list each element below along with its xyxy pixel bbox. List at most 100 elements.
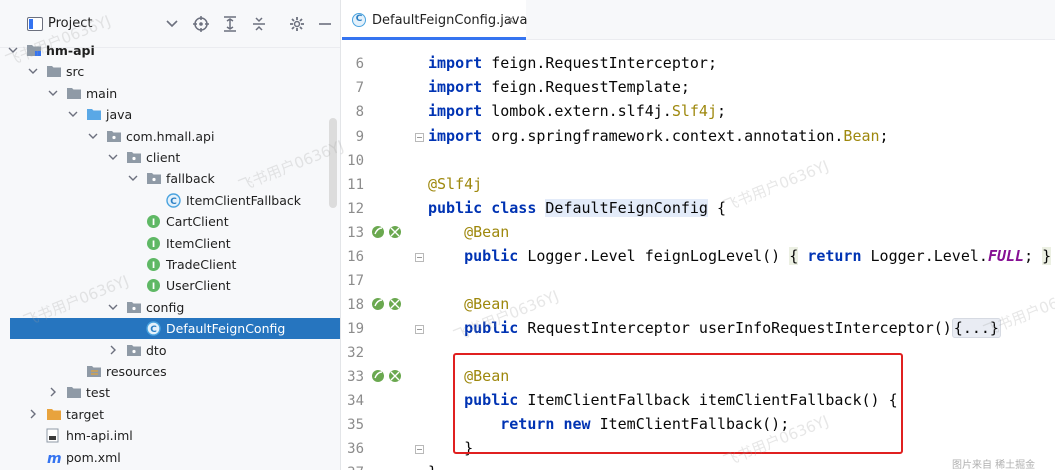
chevron-down-icon[interactable] [163, 15, 181, 33]
tree-item[interactable]: C ItemClientFallback [10, 190, 340, 211]
tree-item[interactable]: I CartClient [10, 211, 340, 232]
chevron-down-icon[interactable] [106, 300, 120, 314]
line-number: 36 [347, 441, 364, 457]
tree-item[interactable]: java [10, 104, 340, 125]
tree-item[interactable]: hm-api [8, 40, 340, 61]
code-line: public Logger.Level feignLogLevel() { re… [464, 247, 1052, 265]
tree-item-label: ItemClient [166, 235, 231, 251]
tree-item[interactable]: test [10, 382, 340, 403]
code-line: import feign.RequestTemplate; [428, 78, 690, 96]
tree-item[interactable]: config [10, 297, 340, 318]
collapse-all-icon[interactable] [250, 15, 268, 33]
chevron-down-icon[interactable] [106, 150, 120, 164]
tree-item[interactable]: I UserClient [10, 275, 340, 296]
fold-marker-icon[interactable] [415, 445, 424, 454]
tree-item-label: test [86, 385, 111, 401]
package-icon [126, 343, 142, 358]
line-number: 19 [347, 321, 364, 337]
tree-item-label: target [66, 406, 105, 422]
resources-folder-icon [86, 364, 102, 379]
chevron-down-icon[interactable] [26, 64, 40, 78]
line-number: 34 [347, 393, 364, 409]
fold-marker-icon[interactable] [415, 253, 424, 262]
tree-item[interactable]: target [10, 404, 340, 425]
class-icon: C [352, 13, 366, 27]
line-number: 18 [347, 297, 364, 313]
tree-item[interactable]: src [10, 61, 340, 82]
tree-item[interactable]: C DefaultFeignConfig [10, 318, 340, 340]
chevron-down-icon[interactable] [46, 86, 60, 100]
close-icon[interactable]: × [505, 12, 516, 29]
tree-item[interactable]: com.hmall.api [10, 126, 340, 147]
chevron-down-icon[interactable] [126, 171, 140, 185]
code-line: import lombok.extern.slf4j.Slf4j; [428, 102, 727, 120]
tree-item[interactable]: dto [10, 340, 340, 361]
svg-text:I: I [152, 218, 155, 228]
line-number: 12 [347, 201, 364, 217]
chevron-right-icon[interactable] [26, 407, 40, 421]
expand-all-icon[interactable] [221, 15, 239, 33]
code-line: @Bean [464, 295, 510, 313]
editor-tab-bar: C DefaultFeignConfig.java × [342, 0, 1055, 40]
tree-item[interactable]: client [10, 147, 340, 168]
tree-item-label: config [146, 299, 185, 315]
project-view-icon[interactable] [26, 15, 44, 33]
tree-item[interactable]: resources [10, 361, 340, 382]
line-number: 37 [342, 464, 364, 470]
tree-item[interactable]: I TradeClient [10, 254, 340, 275]
chevron-down-icon[interactable] [86, 129, 100, 143]
code-line: @Bean [464, 223, 510, 241]
gear-icon[interactable] [288, 15, 306, 33]
class-icon: C [146, 321, 162, 336]
line-number: 8 [355, 104, 364, 120]
class-icon: C [166, 193, 182, 208]
tree-scrollbar[interactable] [329, 118, 337, 208]
tree-item-label: TradeClient [166, 257, 237, 272]
excluded-folder-icon [46, 407, 62, 422]
tree-item[interactable]: main [10, 83, 340, 104]
footer-watermark: 图片来自 稀土掘金 [952, 460, 1036, 470]
tree-item-label: hm-api.iml [66, 428, 133, 444]
interface-icon: I [146, 257, 162, 272]
package-icon [126, 300, 142, 315]
package-icon [126, 150, 142, 165]
spring-bean-icon[interactable] [371, 368, 405, 384]
chevron-right-icon[interactable] [46, 385, 60, 399]
svg-text:C: C [150, 325, 157, 335]
tree-item-label: main [86, 85, 118, 101]
highlight-annotation-box [453, 353, 903, 454]
line-number: 10 [347, 153, 364, 169]
line-number: 32 [347, 345, 364, 361]
tree-item[interactable]: hm-api.iml [10, 425, 340, 446]
code-line: public RequestInterceptor userInfoReques… [464, 318, 1001, 338]
tree-item-label: resources [106, 364, 167, 379]
maven-icon: m [46, 450, 62, 467]
project-title[interactable]: Project [48, 15, 92, 33]
tree-item[interactable]: m pom.xml [10, 447, 340, 468]
tab-default-feign-config[interactable]: C DefaultFeignConfig.java × [342, 0, 527, 40]
fold-marker-icon[interactable] [415, 325, 424, 334]
minimize-icon[interactable] [316, 15, 334, 33]
code-line: @Slf4j [428, 175, 483, 193]
module-folder-icon [26, 43, 42, 58]
line-number: 7 [355, 80, 364, 96]
tree-item[interactable]: fallback [10, 168, 340, 189]
spring-bean-icon[interactable] [371, 224, 405, 240]
code-line: import org.springframework.context.annot… [428, 127, 889, 145]
spring-bean-icon[interactable] [371, 296, 405, 312]
line-number: 16 [347, 249, 364, 265]
interface-icon: I [146, 236, 162, 251]
fold-marker-icon[interactable] [415, 133, 424, 142]
code-line: import feign.RequestInterceptor; [428, 54, 717, 72]
chevron-down-icon[interactable] [66, 107, 80, 121]
chevron-down-icon[interactable] [6, 43, 20, 57]
project-tool-window: Project hm-api src main java com.hmall.api cl… [0, 0, 341, 470]
line-number: 6 [355, 56, 364, 72]
iml-file-icon [46, 428, 62, 443]
tree-item[interactable]: I ItemClient [10, 233, 340, 254]
locate-icon[interactable] [192, 15, 210, 33]
svg-text:m: m [47, 451, 62, 465]
chevron-right-icon[interactable] [106, 343, 120, 357]
tree-item-label: dto [146, 342, 167, 358]
tree-item-label: src [66, 64, 85, 80]
